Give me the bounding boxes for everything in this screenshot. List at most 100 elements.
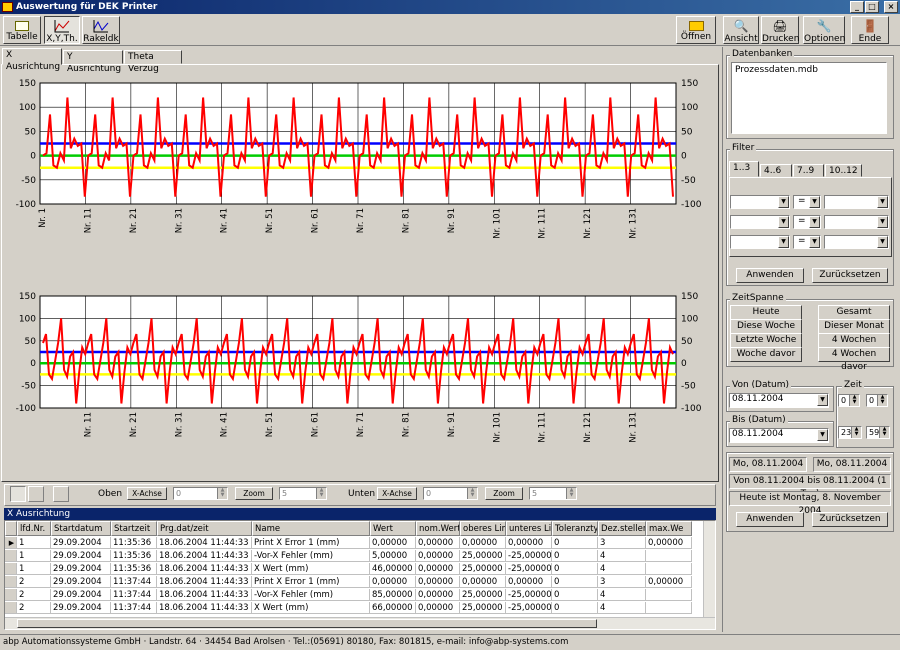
- oeffnen-button[interactable]: Öffnen: [676, 16, 716, 44]
- unten-xachse-spinner[interactable]: 0 ▲ ▼: [423, 487, 478, 500]
- column-header[interactable]: Startdatum: [51, 521, 111, 536]
- dropdown-arrow-icon[interactable]: ▼: [809, 216, 820, 228]
- 4-wochen-button[interactable]: 4 Wochen: [818, 333, 890, 348]
- date-apply-button[interactable]: Anwenden: [736, 512, 804, 527]
- column-header[interactable]: Dez.stellen: [598, 521, 646, 536]
- dropdown-arrow-icon[interactable]: ▼: [877, 196, 888, 208]
- spinner-arrows[interactable]: ▲ ▼: [851, 427, 861, 438]
- filter-tab-1-3[interactable]: 1..3: [729, 161, 759, 177]
- table-row[interactable]: ▶ 1 29.09.2004 11:35:36 18.06.2004 11:44:33 P…: [5, 537, 692, 549]
- copy-icon[interactable]: [53, 486, 69, 502]
- table-row[interactable]: 2 29.09.2004 11:37:44 18.06.2004 11:44:33 Pr…: [5, 576, 692, 588]
- row-selector[interactable]: [5, 563, 17, 575]
- oben-zoom-spinner[interactable]: 5 ▲ ▼: [279, 487, 327, 500]
- dropdown-arrow-icon[interactable]: ▼: [817, 429, 828, 441]
- filter-value-1[interactable]: ▼: [824, 195, 889, 209]
- filter-tab-4-6[interactable]: 4..6: [760, 164, 792, 177]
- column-header[interactable]: oberes Lim: [460, 521, 506, 536]
- column-header[interactable]: Name: [252, 521, 370, 536]
- drucken-button[interactable]: 🖨 Drucken: [761, 16, 799, 44]
- filter-apply-button[interactable]: Anwenden: [736, 268, 804, 283]
- filter-field-3[interactable]: ▼: [730, 235, 790, 249]
- spinner-arrows[interactable]: ▲ ▼: [316, 488, 326, 499]
- optionen-button[interactable]: 🔧 Optionen: [803, 16, 845, 44]
- column-header[interactable]: Wert: [370, 521, 416, 536]
- column-header[interactable]: max.We: [646, 521, 692, 536]
- dropdown-arrow-icon[interactable]: ▼: [809, 236, 820, 248]
- table-row[interactable]: 1 29.09.2004 11:35:36 18.06.2004 11:44:33 -V…: [5, 550, 692, 562]
- spinner-arrows[interactable]: ▲ ▼: [566, 488, 576, 499]
- tab-y-ausrichtung[interactable]: Y Ausrichtung: [63, 50, 123, 74]
- tabelle-button[interactable]: Tabelle: [3, 16, 41, 44]
- ende-button[interactable]: 🚪 Ende: [851, 16, 889, 44]
- dieser-monat-button[interactable]: Dieser Monat: [818, 319, 890, 334]
- oben-xachse-spinner[interactable]: 0 ▲ ▼: [173, 487, 228, 500]
- von-date-picker[interactable]: 08.11.2004 ▼: [729, 393, 829, 408]
- von-minute-spinner[interactable]: 0 ▲ ▼: [866, 394, 888, 407]
- oben-zoom-button[interactable]: Zoom: [235, 487, 273, 500]
- bis-hour-spinner[interactable]: 23 ▲ ▼: [838, 426, 862, 439]
- scrollbar-thumb[interactable]: [17, 619, 597, 628]
- row-selector[interactable]: [5, 550, 17, 562]
- row-selector[interactable]: ▶: [5, 537, 17, 549]
- maximize-button[interactable]: □: [865, 1, 879, 13]
- dropdown-arrow-icon[interactable]: ▼: [778, 236, 789, 248]
- row-selector[interactable]: [5, 576, 17, 588]
- unten-zoom-spinner[interactable]: 5 ▲ ▼: [529, 487, 577, 500]
- heute-button[interactable]: Heute: [730, 305, 802, 320]
- woche-davor-button[interactable]: Woche davor: [730, 347, 802, 362]
- minimize-button[interactable]: _: [850, 1, 864, 13]
- table-row[interactable]: 1 29.09.2004 11:35:36 18.06.2004 11:44:33 X …: [5, 563, 692, 575]
- filter-operator-1[interactable]: = ▼: [793, 195, 821, 209]
- spinner-arrows[interactable]: ▲ ▼: [877, 395, 887, 406]
- unten-zoom-button[interactable]: Zoom: [485, 487, 523, 500]
- ansicht-button[interactable]: 🔍 Ansicht: [723, 16, 759, 44]
- rakeldk-button[interactable]: Rakeldk: [82, 16, 120, 44]
- bis-minute-spinner[interactable]: 59 ▲ ▼: [866, 426, 890, 439]
- dropdown-arrow-icon[interactable]: ▼: [778, 216, 789, 228]
- table-row[interactable]: 2 29.09.2004 11:37:44 18.06.2004 11:44:33 X …: [5, 602, 692, 614]
- column-header[interactable]: unteres Li: [506, 521, 552, 536]
- column-header[interactable]: lfd.Nr.: [17, 521, 51, 536]
- dropdown-arrow-icon[interactable]: ▼: [809, 196, 820, 208]
- gesamt-button[interactable]: Gesamt: [818, 305, 890, 320]
- oben-xachse-button[interactable]: X-Achse: [127, 487, 167, 500]
- filter-reset-button[interactable]: Zurücksetzen: [812, 268, 888, 283]
- date-reset-button[interactable]: Zurücksetzen: [812, 512, 888, 527]
- filter-value-2[interactable]: ▼: [824, 215, 889, 229]
- chart2-view-icon[interactable]: [28, 486, 44, 502]
- xyth-button[interactable]: X,Y,Th.: [44, 16, 80, 44]
- dropdown-arrow-icon[interactable]: ▼: [877, 236, 888, 248]
- row-selector[interactable]: [5, 602, 17, 614]
- letzte-woche-button[interactable]: Letzte Woche: [730, 333, 802, 348]
- database-item[interactable]: Prozessdaten.mdb: [732, 63, 886, 77]
- column-header[interactable]: Prg.dat/zeit: [157, 521, 252, 536]
- filter-operator-2[interactable]: = ▼: [793, 215, 821, 229]
- spinner-arrows[interactable]: ▲ ▼: [879, 427, 889, 438]
- vertical-scrollbar[interactable]: [703, 521, 715, 617]
- tab-theta-verzug[interactable]: Theta Verzug: [124, 50, 182, 74]
- column-header[interactable]: Toleranzty: [552, 521, 598, 536]
- von-hour-spinner[interactable]: 0 ▲ ▼: [838, 394, 860, 407]
- filter-value-3[interactable]: ▼: [824, 235, 889, 249]
- spinner-arrows[interactable]: ▲ ▼: [217, 488, 227, 499]
- row-selector[interactable]: [5, 589, 17, 601]
- tab-x-ausrichtung[interactable]: X Ausrichtung: [2, 48, 62, 72]
- table-row[interactable]: 2 29.09.2004 11:37:44 18.06.2004 11:44:33 -V…: [5, 589, 692, 601]
- unten-xachse-button[interactable]: X-Achse: [377, 487, 417, 500]
- dropdown-arrow-icon[interactable]: ▼: [877, 216, 888, 228]
- filter-field-2[interactable]: ▼: [730, 215, 790, 229]
- filter-operator-3[interactable]: = ▼: [793, 235, 821, 249]
- filter-tab-10-12[interactable]: 10..12: [825, 164, 862, 177]
- close-button[interactable]: ×: [884, 1, 898, 13]
- bis-date-picker[interactable]: 08.11.2004 ▼: [729, 428, 829, 443]
- dropdown-arrow-icon[interactable]: ▼: [778, 196, 789, 208]
- chart-view-icon[interactable]: [10, 486, 26, 502]
- column-header[interactable]: Startzeit: [111, 521, 157, 536]
- dropdown-arrow-icon[interactable]: ▼: [817, 394, 828, 406]
- database-list[interactable]: Prozessdaten.mdb: [731, 62, 887, 134]
- spinner-arrows[interactable]: ▲ ▼: [467, 488, 477, 499]
- filter-tab-7-9[interactable]: 7..9: [793, 164, 824, 177]
- horizontal-scrollbar[interactable]: [5, 617, 715, 629]
- column-header[interactable]: nom.Wert: [416, 521, 460, 536]
